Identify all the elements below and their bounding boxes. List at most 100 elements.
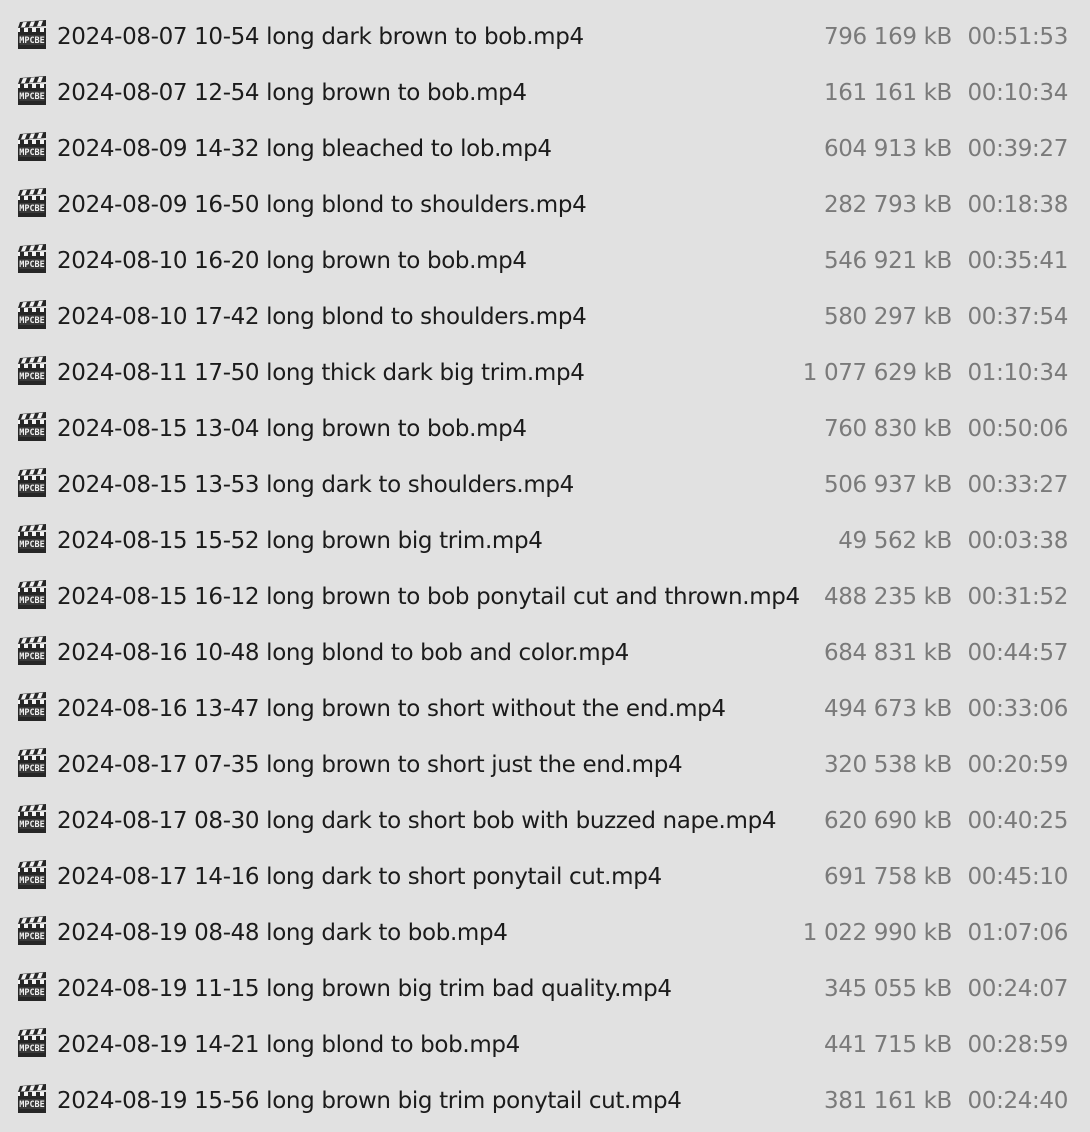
svg-text:MPCBE: MPCBE [19,1100,45,1110]
mpc-be-video-file-icon: MPCBE [16,747,48,779]
file-name: 2024-08-09 16-50 long blond to shoulders… [57,192,587,218]
file-row[interactable]: MPCBE 2024-08-09 14-32 long bleached to … [0,121,1090,177]
file-list: MPCBE 2024-08-07 10-54 long dark brown t… [0,0,1090,1132]
file-size: 488 235 kB [823,584,952,610]
svg-text:MPCBE: MPCBE [19,932,45,942]
file-name: 2024-08-16 13-47 long brown to short wit… [57,696,726,722]
svg-text:MPCBE: MPCBE [19,484,45,494]
file-name: 2024-08-17 08-30 long dark to short bob … [57,808,777,834]
file-row[interactable]: MPCBE 2024-08-07 10-54 long dark brown t… [0,9,1090,65]
file-size: 684 831 kB [823,640,952,666]
file-length: 00:31:52 [967,584,1069,610]
file-size: 691 758 kB [823,864,952,890]
file-name: 2024-08-15 13-04 long brown to bob.mp4 [57,416,527,442]
file-size: 796 169 kB [823,24,952,50]
file-name: 2024-08-10 17-42 long blond to shoulders… [57,304,587,330]
file-row[interactable]: MPCBE 2024-08-17 07-35 long brown to sho… [0,737,1090,793]
file-name: 2024-08-10 16-20 long brown to bob.mp4 [57,248,527,274]
svg-text:MPCBE: MPCBE [19,988,45,998]
file-name: 2024-08-07 12-54 long brown to bob.mp4 [57,80,527,106]
file-name: 2024-08-19 14-21 long blond to bob.mp4 [57,1032,520,1058]
file-row[interactable]: MPCBE 2024-08-19 11-15 long brown big tr… [0,961,1090,1017]
mpc-be-video-file-icon: MPCBE [16,355,48,387]
svg-text:MPCBE: MPCBE [19,1044,45,1054]
file-name: 2024-08-17 07-35 long brown to short jus… [57,752,683,778]
mpc-be-video-file-icon: MPCBE [16,187,48,219]
file-size: 580 297 kB [823,304,952,330]
file-name: 2024-08-17 14-16 long dark to short pony… [57,864,662,890]
file-row[interactable]: MPCBE 2024-08-19 08-48 long dark to bob.… [0,905,1090,961]
file-length: 00:50:06 [967,416,1069,442]
mpc-be-video-file-icon: MPCBE [16,523,48,555]
file-name: 2024-08-19 08-48 long dark to bob.mp4 [57,920,508,946]
mpc-be-video-file-icon: MPCBE [16,1083,48,1115]
mpc-be-video-file-icon: MPCBE [16,75,48,107]
file-name: 2024-08-09 14-32 long bleached to lob.mp… [57,136,552,162]
file-name: 2024-08-19 15-56 long brown big trim pon… [57,1088,682,1114]
file-name: 2024-08-15 16-12 long brown to bob ponyt… [57,584,800,610]
file-length: 00:20:59 [967,752,1069,778]
file-size: 282 793 kB [823,192,952,218]
file-size: 381 161 kB [823,1088,952,1114]
file-length: 01:07:06 [967,920,1069,946]
file-size: 760 830 kB [823,416,952,442]
svg-text:MPCBE: MPCBE [19,820,45,830]
file-row[interactable]: MPCBE 2024-08-16 10-48 long blond to bob… [0,625,1090,681]
svg-text:MPCBE: MPCBE [19,596,45,606]
file-size: 1 077 629 kB [802,360,953,386]
file-length: 00:18:38 [967,192,1069,218]
mpc-be-video-file-icon: MPCBE [16,19,48,51]
file-length: 00:33:27 [967,472,1069,498]
file-row[interactable]: MPCBE 2024-08-16 13-47 long brown to sho… [0,681,1090,737]
file-length: 00:28:59 [967,1032,1069,1058]
file-row[interactable]: MPCBE 2024-08-15 13-53 long dark to shou… [0,457,1090,513]
file-row[interactable]: MPCBE 2024-08-17 14-16 long dark to shor… [0,849,1090,905]
mpc-be-video-file-icon: MPCBE [16,299,48,331]
svg-text:MPCBE: MPCBE [19,316,45,326]
file-length: 00:37:54 [967,304,1069,330]
file-row[interactable]: MPCBE 2024-08-15 16-12 long brown to bob… [0,569,1090,625]
file-size: 546 921 kB [823,248,952,274]
file-length: 00:24:07 [967,976,1069,1002]
svg-text:MPCBE: MPCBE [19,540,45,550]
mpc-be-video-file-icon: MPCBE [16,1027,48,1059]
mpc-be-video-file-icon: MPCBE [16,803,48,835]
file-name: 2024-08-15 13-53 long dark to shoulders.… [57,472,574,498]
mpc-be-video-file-icon: MPCBE [16,691,48,723]
file-size: 49 562 kB [838,528,952,554]
svg-text:MPCBE: MPCBE [19,372,45,382]
svg-text:MPCBE: MPCBE [19,148,45,158]
svg-text:MPCBE: MPCBE [19,36,45,46]
file-length: 00:39:27 [967,136,1069,162]
file-row[interactable]: MPCBE 2024-08-07 12-54 long brown to bob… [0,65,1090,121]
file-length: 00:40:25 [967,808,1069,834]
file-row[interactable]: MPCBE 2024-08-10 16-20 long brown to bob… [0,233,1090,289]
file-row[interactable]: MPCBE 2024-08-15 15-52 long brown big tr… [0,513,1090,569]
file-name: 2024-08-11 17-50 long thick dark big tri… [57,360,585,386]
svg-text:MPCBE: MPCBE [19,260,45,270]
file-size: 161 161 kB [823,80,952,106]
file-size: 620 690 kB [823,808,952,834]
file-row[interactable]: MPCBE 2024-08-11 17-50 long thick dark b… [0,345,1090,401]
file-size: 494 673 kB [823,696,952,722]
file-size: 604 913 kB [823,136,952,162]
file-row[interactable]: MPCBE 2024-08-17 08-30 long dark to shor… [0,793,1090,849]
file-size: 506 937 kB [823,472,952,498]
svg-text:MPCBE: MPCBE [19,708,45,718]
mpc-be-video-file-icon: MPCBE [16,971,48,1003]
svg-text:MPCBE: MPCBE [19,764,45,774]
file-length: 00:35:41 [967,248,1069,274]
svg-text:MPCBE: MPCBE [19,876,45,886]
file-row[interactable]: MPCBE 2024-08-19 14-21 long blond to bob… [0,1017,1090,1073]
mpc-be-video-file-icon: MPCBE [16,635,48,667]
file-row[interactable]: MPCBE 2024-08-15 13-04 long brown to bob… [0,401,1090,457]
file-length: 00:10:34 [967,80,1069,106]
mpc-be-video-file-icon: MPCBE [16,411,48,443]
mpc-be-video-file-icon: MPCBE [16,915,48,947]
file-length: 00:51:53 [967,24,1069,50]
file-row[interactable]: MPCBE 2024-08-09 16-50 long blond to sho… [0,177,1090,233]
file-row[interactable]: MPCBE 2024-08-10 17-42 long blond to sho… [0,289,1090,345]
file-row[interactable]: MPCBE 2024-08-19 15-56 long brown big tr… [0,1073,1090,1129]
svg-text:MPCBE: MPCBE [19,652,45,662]
mpc-be-video-file-icon: MPCBE [16,579,48,611]
